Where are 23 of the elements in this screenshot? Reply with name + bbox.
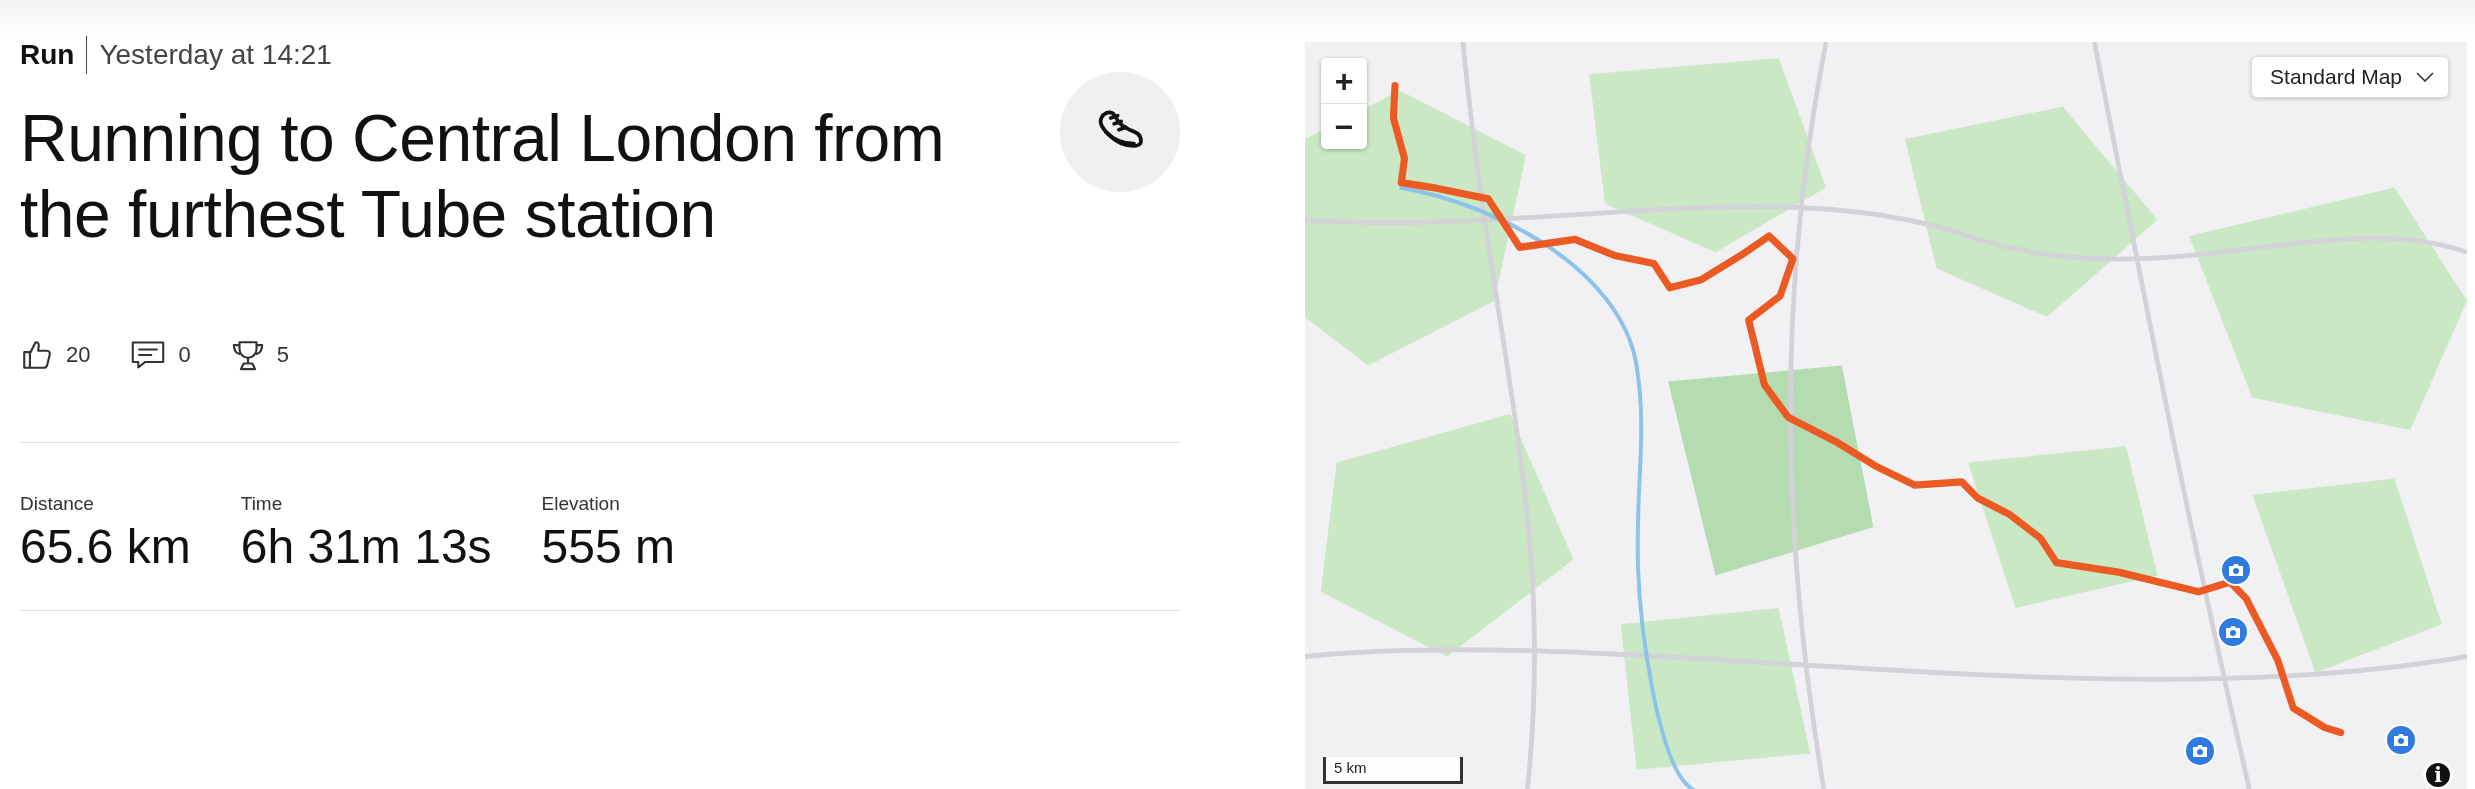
camera-icon (2225, 625, 2241, 639)
camera-icon (2393, 733, 2409, 747)
reaction-count: 0 (178, 342, 191, 368)
zoom-in-button[interactable]: + (1321, 58, 1367, 103)
camera-icon (2228, 563, 2244, 577)
reaction-count: 5 (276, 342, 289, 368)
stat-value: 555 m (541, 519, 675, 574)
stat-value: 65.6 km (20, 519, 191, 574)
trophy-icon[interactable] (230, 338, 265, 372)
stat-label: Time (240, 493, 284, 515)
map-style-dropdown[interactable]: Standard Map (2251, 56, 2449, 98)
zoom-out-button[interactable]: − (1321, 104, 1367, 149)
activity-time: Yesterday at 14:21 (99, 39, 332, 71)
stat-label: Distance (20, 493, 95, 515)
stat-value: 6h 31m 13s (240, 519, 492, 574)
thumbs-up-icon[interactable] (20, 338, 54, 372)
activity-type: Run (20, 36, 88, 74)
activity-title: Running to Central London from the furthest Tube station (20, 100, 946, 252)
stat-label: Elevation (541, 493, 621, 515)
camera-icon (2192, 744, 2208, 758)
scale-bar: 5 km (1323, 757, 1463, 784)
chevron-down-icon (2416, 72, 2434, 82)
reaction-count: 20 (66, 342, 91, 368)
